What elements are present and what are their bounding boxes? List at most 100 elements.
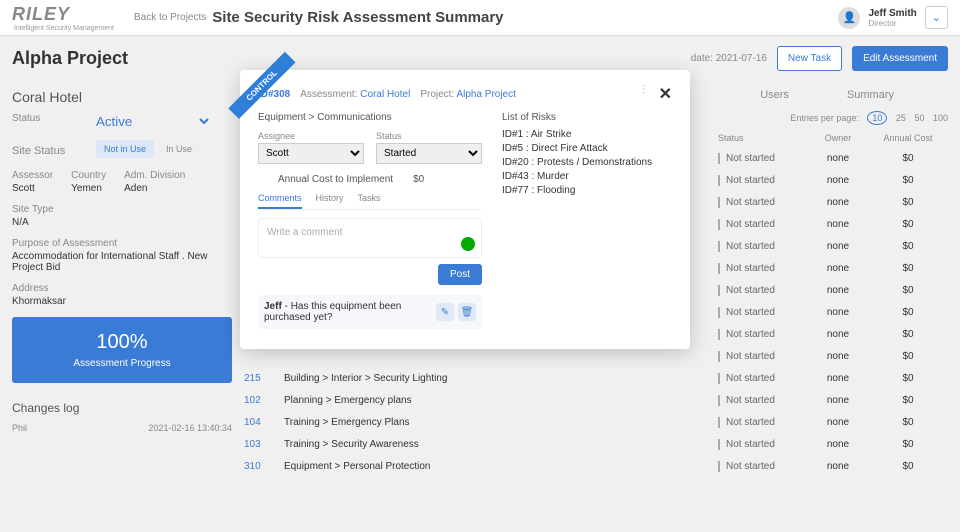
page-size-10[interactable]: 10: [867, 111, 887, 125]
comment-input[interactable]: Write a comment: [258, 218, 482, 258]
app-header: RILEY Intelligent Security Management Ba…: [0, 0, 960, 36]
sitestatus-inuse-button[interactable]: In Use: [158, 140, 200, 158]
row-cost: $0: [868, 285, 948, 296]
tab-users[interactable]: Users: [756, 81, 793, 113]
more-icon[interactable]: ⋮: [639, 84, 649, 104]
row-status: Not started: [718, 241, 775, 252]
row-path: Planning > Emergency plans: [284, 395, 718, 406]
comment-entry: Jeff - Has this equipment been purchased…: [258, 295, 482, 329]
comment-text: Jeff - Has this equipment been purchased…: [264, 301, 432, 323]
risks-list: ID#1 : Air StrikeID#5 : Direct Fire Atta…: [502, 129, 672, 196]
status-select[interactable]: Active: [92, 113, 212, 130]
logo-text: RILEY: [12, 4, 70, 24]
logo: RILEY Intelligent Security Management: [12, 4, 114, 32]
change-time: 2021-02-16 13:40:34: [148, 423, 232, 433]
post-button[interactable]: Post: [438, 264, 482, 285]
page-size-50[interactable]: 50: [914, 113, 924, 123]
row-status: Not started: [718, 351, 775, 362]
user-role: Director: [868, 19, 916, 28]
sitetype-label: Site Type: [12, 204, 232, 215]
row-status: Not started: [718, 307, 775, 318]
row-owner: none: [808, 417, 868, 428]
table-row[interactable]: 215Building > Interior > Security Lighti…: [244, 367, 948, 389]
tab-tasks[interactable]: Tasks: [358, 193, 381, 209]
address-label: Address: [12, 283, 232, 294]
row-path: Equipment > Personal Protection: [284, 461, 718, 472]
row-owner: none: [808, 329, 868, 340]
row-cost: $0: [868, 175, 948, 186]
page-title: Site Security Risk Assessment Summary: [212, 9, 503, 26]
page-size-100[interactable]: 100: [933, 113, 948, 123]
edit-assessment-button[interactable]: Edit Assessment: [852, 46, 948, 71]
row-id[interactable]: [244, 351, 284, 362]
row-cost: $0: [868, 307, 948, 318]
modal-project-link[interactable]: Alpha Project: [456, 89, 515, 100]
assignee-select[interactable]: Scott: [258, 143, 364, 164]
risks-header: List of Risks: [502, 112, 672, 123]
row-cost: $0: [868, 153, 948, 164]
row-status: Not started: [718, 395, 775, 406]
col-owner[interactable]: Owner: [808, 133, 868, 143]
row-owner: none: [808, 153, 868, 164]
risk-item: ID#43 : Murder: [502, 171, 672, 182]
assignee-label: Assignee: [258, 131, 364, 141]
row-owner: none: [808, 219, 868, 230]
row-cost: $0: [868, 373, 948, 384]
row-owner: none: [808, 461, 868, 472]
purpose-label: Purpose of Assessment: [12, 238, 232, 249]
admdiv-label: Adm. Division: [124, 170, 185, 181]
row-owner: none: [808, 241, 868, 252]
table-row[interactable]: 310Equipment > Personal ProtectionNot st…: [244, 455, 948, 477]
row-path: Training > Emergency Plans: [284, 417, 718, 428]
row-status: Not started: [718, 285, 775, 296]
row-cost: $0: [868, 263, 948, 274]
row-status: Not started: [718, 439, 775, 450]
change-user: Phil: [12, 423, 27, 433]
sitestatus-notinuse-button[interactable]: Not in Use: [96, 140, 154, 158]
col-cost[interactable]: Annual Cost: [868, 133, 948, 143]
progress-pct: 100%: [26, 331, 218, 354]
row-status: Not started: [718, 461, 775, 472]
row-owner: none: [808, 351, 868, 362]
delete-comment-icon[interactable]: 🗑: [458, 303, 476, 321]
row-status: Not started: [718, 175, 775, 186]
avatar[interactable]: 👤: [838, 7, 860, 29]
row-owner: none: [808, 175, 868, 186]
close-icon[interactable]: ✕: [659, 84, 672, 104]
modal-status-select[interactable]: Started: [376, 143, 482, 164]
row-owner: none: [808, 395, 868, 406]
risk-item: ID#1 : Air Strike: [502, 129, 672, 140]
row-id[interactable]: 310: [244, 461, 284, 472]
row-cost: $0: [868, 439, 948, 450]
row-status: Not started: [718, 373, 775, 384]
row-id[interactable]: 103: [244, 439, 284, 450]
row-status: Not started: [718, 263, 775, 274]
risk-item: ID#20 : Protests / Demonstrations: [502, 157, 672, 168]
table-row[interactable]: 102Planning > Emergency plansNot started…: [244, 389, 948, 411]
edit-comment-icon[interactable]: ✎: [436, 303, 454, 321]
risk-item: ID#77 : Flooding: [502, 185, 672, 196]
row-id[interactable]: 215: [244, 373, 284, 384]
address-value: Khormaksar: [12, 296, 66, 307]
table-row[interactable]: 104Training > Emergency PlansNot started…: [244, 411, 948, 433]
tab-history[interactable]: History: [316, 193, 344, 209]
tab-comments[interactable]: Comments: [258, 193, 302, 209]
row-owner: none: [808, 263, 868, 274]
row-status: Not started: [718, 153, 775, 164]
page-size-25[interactable]: 25: [896, 113, 906, 123]
table-row[interactable]: 103Training > Security AwarenessNot star…: [244, 433, 948, 455]
row-owner: none: [808, 285, 868, 296]
new-task-button[interactable]: New Task: [777, 46, 842, 71]
back-to-projects-link[interactable]: Back to Projects: [134, 12, 206, 23]
row-path: Building > Interior > Security Lighting: [284, 373, 718, 384]
change-row: Phil 2021-02-16 13:40:34: [12, 423, 232, 433]
user-menu-caret[interactable]: ⌄: [925, 6, 948, 29]
tab-summary[interactable]: Summary: [843, 81, 898, 113]
row-id[interactable]: 104: [244, 417, 284, 428]
row-id[interactable]: 102: [244, 395, 284, 406]
row-path: [284, 351, 718, 362]
cost-row: Annual Cost to Implement$0: [258, 174, 482, 185]
modal-assessment-link[interactable]: Coral Hotel: [360, 89, 410, 100]
col-status[interactable]: Status: [718, 133, 808, 143]
row-cost: $0: [868, 351, 948, 362]
